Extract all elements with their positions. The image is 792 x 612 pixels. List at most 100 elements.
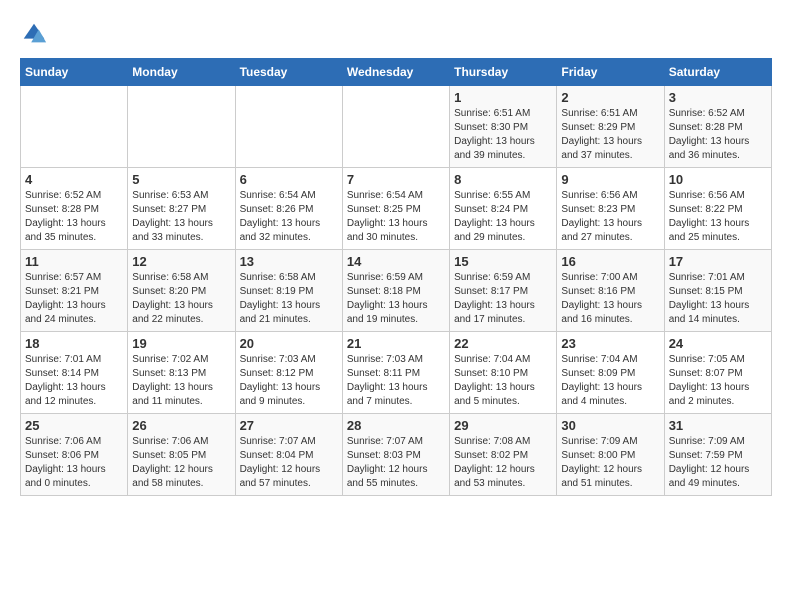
calendar-cell: 3 Sunrise: 6:52 AM Sunset: 8:28 PM Daylig… — [664, 86, 771, 168]
calendar-header: SundayMondayTuesdayWednesdayThursdayFrid… — [21, 59, 772, 86]
calendar-cell: 15 Sunrise: 6:59 AM Sunset: 8:17 PM Dayli… — [450, 250, 557, 332]
day-number: 27 — [240, 418, 338, 433]
weekday-header-thursday: Thursday — [450, 59, 557, 86]
day-number: 14 — [347, 254, 445, 269]
calendar-cell: 10 Sunrise: 6:56 AM Sunset: 8:22 PM Dayli… — [664, 168, 771, 250]
day-info: Sunrise: 6:57 AM Sunset: 8:21 PM Dayligh… — [25, 271, 123, 327]
day-info: Sunrise: 6:53 AM Sunset: 8:27 PM Dayligh… — [132, 189, 230, 245]
day-info: Sunrise: 6:59 AM Sunset: 8:18 PM Dayligh… — [347, 271, 445, 327]
day-info: Sunrise: 7:03 AM Sunset: 8:11 PM Dayligh… — [347, 353, 445, 409]
calendar: SundayMondayTuesdayWednesdayThursdayFrid… — [20, 58, 772, 496]
calendar-cell: 26 Sunrise: 7:06 AM Sunset: 8:05 PM Dayli… — [128, 414, 235, 496]
calendar-cell: 6Sunrise: 6:54 AM Sunset: 8:26 PM Daylig… — [235, 168, 342, 250]
weekday-header-saturday: Saturday — [664, 59, 771, 86]
calendar-cell: 24 Sunrise: 7:05 AM Sunset: 8:07 PM Dayli… — [664, 332, 771, 414]
day-number: 15 — [454, 254, 552, 269]
weekday-header-wednesday: Wednesday — [342, 59, 449, 86]
day-number: 24 — [669, 336, 767, 351]
week-row-1: 1 Sunrise: 6:51 AM Sunset: 8:30 PM Daylig… — [21, 86, 772, 168]
calendar-cell: 14 Sunrise: 6:59 AM Sunset: 8:18 PM Dayli… — [342, 250, 449, 332]
weekday-header-row: SundayMondayTuesdayWednesdayThursdayFrid… — [21, 59, 772, 86]
day-info: Sunrise: 6:56 AM Sunset: 8:22 PM Dayligh… — [669, 189, 767, 245]
day-info: Sunrise: 7:07 AM Sunset: 8:03 PM Dayligh… — [347, 435, 445, 491]
day-number: 22 — [454, 336, 552, 351]
day-info: Sunrise: 7:05 AM Sunset: 8:07 PM Dayligh… — [669, 353, 767, 409]
day-info: Sunrise: 7:06 AM Sunset: 8:05 PM Dayligh… — [132, 435, 230, 491]
calendar-cell — [342, 86, 449, 168]
calendar-cell: 2Sunrise: 6:51 AM Sunset: 8:29 PM Daylig… — [557, 86, 664, 168]
day-number: 18 — [25, 336, 123, 351]
day-info: Sunrise: 6:54 AM Sunset: 8:26 PM Dayligh… — [240, 189, 338, 245]
week-row-3: 11 Sunrise: 6:57 AM Sunset: 8:21 PM Dayli… — [21, 250, 772, 332]
day-number: 10 — [669, 172, 767, 187]
week-row-2: 4Sunrise: 6:52 AM Sunset: 8:28 PM Daylig… — [21, 168, 772, 250]
day-info: Sunrise: 7:03 AM Sunset: 8:12 PM Dayligh… — [240, 353, 338, 409]
weekday-header-tuesday: Tuesday — [235, 59, 342, 86]
calendar-cell: 22 Sunrise: 7:04 AM Sunset: 8:10 PM Dayli… — [450, 332, 557, 414]
day-number: 11 — [25, 254, 123, 269]
weekday-header-friday: Friday — [557, 59, 664, 86]
calendar-cell: 28 Sunrise: 7:07 AM Sunset: 8:03 PM Dayli… — [342, 414, 449, 496]
calendar-cell: 18 Sunrise: 7:01 AM Sunset: 8:14 PM Dayli… — [21, 332, 128, 414]
calendar-cell: 20 Sunrise: 7:03 AM Sunset: 8:12 PM Dayli… — [235, 332, 342, 414]
day-number: 13 — [240, 254, 338, 269]
logo-icon — [20, 20, 48, 48]
calendar-cell: 21Sunrise: 7:03 AM Sunset: 8:11 PM Dayli… — [342, 332, 449, 414]
page-header — [20, 20, 772, 48]
calendar-cell: 27 Sunrise: 7:07 AM Sunset: 8:04 PM Dayli… — [235, 414, 342, 496]
day-number: 25 — [25, 418, 123, 433]
day-number: 23 — [561, 336, 659, 351]
day-info: Sunrise: 6:58 AM Sunset: 8:20 PM Dayligh… — [132, 271, 230, 327]
calendar-cell: 23 Sunrise: 7:04 AM Sunset: 8:09 PM Dayli… — [557, 332, 664, 414]
day-number: 7 — [347, 172, 445, 187]
calendar-cell: 31 Sunrise: 7:09 AM Sunset: 7:59 PM Dayli… — [664, 414, 771, 496]
day-number: 28 — [347, 418, 445, 433]
day-info: Sunrise: 6:52 AM Sunset: 8:28 PM Dayligh… — [669, 107, 767, 163]
day-info: Sunrise: 6:51 AM Sunset: 8:30 PM Dayligh… — [454, 107, 552, 163]
day-info: Sunrise: 6:51 AM Sunset: 8:29 PM Dayligh… — [561, 107, 659, 163]
calendar-cell: 5 Sunrise: 6:53 AM Sunset: 8:27 PM Daylig… — [128, 168, 235, 250]
week-row-4: 18 Sunrise: 7:01 AM Sunset: 8:14 PM Dayli… — [21, 332, 772, 414]
day-info: Sunrise: 6:59 AM Sunset: 8:17 PM Dayligh… — [454, 271, 552, 327]
day-number: 5 — [132, 172, 230, 187]
calendar-cell: 30Sunrise: 7:09 AM Sunset: 8:00 PM Dayli… — [557, 414, 664, 496]
calendar-cell — [128, 86, 235, 168]
calendar-cell: 9Sunrise: 6:56 AM Sunset: 8:23 PM Daylig… — [557, 168, 664, 250]
day-number: 4 — [25, 172, 123, 187]
day-info: Sunrise: 7:01 AM Sunset: 8:14 PM Dayligh… — [25, 353, 123, 409]
day-number: 17 — [669, 254, 767, 269]
calendar-cell: 29Sunrise: 7:08 AM Sunset: 8:02 PM Dayli… — [450, 414, 557, 496]
day-number: 1 — [454, 90, 552, 105]
day-info: Sunrise: 7:04 AM Sunset: 8:10 PM Dayligh… — [454, 353, 552, 409]
calendar-cell: 12Sunrise: 6:58 AM Sunset: 8:20 PM Dayli… — [128, 250, 235, 332]
logo — [20, 20, 52, 48]
day-info: Sunrise: 7:01 AM Sunset: 8:15 PM Dayligh… — [669, 271, 767, 327]
day-info: Sunrise: 7:00 AM Sunset: 8:16 PM Dayligh… — [561, 271, 659, 327]
day-info: Sunrise: 7:07 AM Sunset: 8:04 PM Dayligh… — [240, 435, 338, 491]
day-number: 29 — [454, 418, 552, 433]
day-number: 30 — [561, 418, 659, 433]
calendar-cell: 8 Sunrise: 6:55 AM Sunset: 8:24 PM Daylig… — [450, 168, 557, 250]
day-info: Sunrise: 7:02 AM Sunset: 8:13 PM Dayligh… — [132, 353, 230, 409]
day-info: Sunrise: 6:54 AM Sunset: 8:25 PM Dayligh… — [347, 189, 445, 245]
day-info: Sunrise: 7:09 AM Sunset: 7:59 PM Dayligh… — [669, 435, 767, 491]
calendar-cell: 19 Sunrise: 7:02 AM Sunset: 8:13 PM Dayli… — [128, 332, 235, 414]
calendar-cell: 7 Sunrise: 6:54 AM Sunset: 8:25 PM Daylig… — [342, 168, 449, 250]
day-number: 19 — [132, 336, 230, 351]
day-number: 8 — [454, 172, 552, 187]
day-info: Sunrise: 6:55 AM Sunset: 8:24 PM Dayligh… — [454, 189, 552, 245]
day-info: Sunrise: 7:04 AM Sunset: 8:09 PM Dayligh… — [561, 353, 659, 409]
calendar-cell: 13 Sunrise: 6:58 AM Sunset: 8:19 PM Dayli… — [235, 250, 342, 332]
calendar-cell: 4Sunrise: 6:52 AM Sunset: 8:28 PM Daylig… — [21, 168, 128, 250]
weekday-header-monday: Monday — [128, 59, 235, 86]
day-info: Sunrise: 7:06 AM Sunset: 8:06 PM Dayligh… — [25, 435, 123, 491]
day-number: 26 — [132, 418, 230, 433]
calendar-body: 1 Sunrise: 6:51 AM Sunset: 8:30 PM Daylig… — [21, 86, 772, 496]
day-number: 3 — [669, 90, 767, 105]
day-number: 20 — [240, 336, 338, 351]
calendar-cell — [235, 86, 342, 168]
day-number: 31 — [669, 418, 767, 433]
calendar-cell: 17 Sunrise: 7:01 AM Sunset: 8:15 PM Dayli… — [664, 250, 771, 332]
day-info: Sunrise: 6:58 AM Sunset: 8:19 PM Dayligh… — [240, 271, 338, 327]
week-row-5: 25 Sunrise: 7:06 AM Sunset: 8:06 PM Dayli… — [21, 414, 772, 496]
